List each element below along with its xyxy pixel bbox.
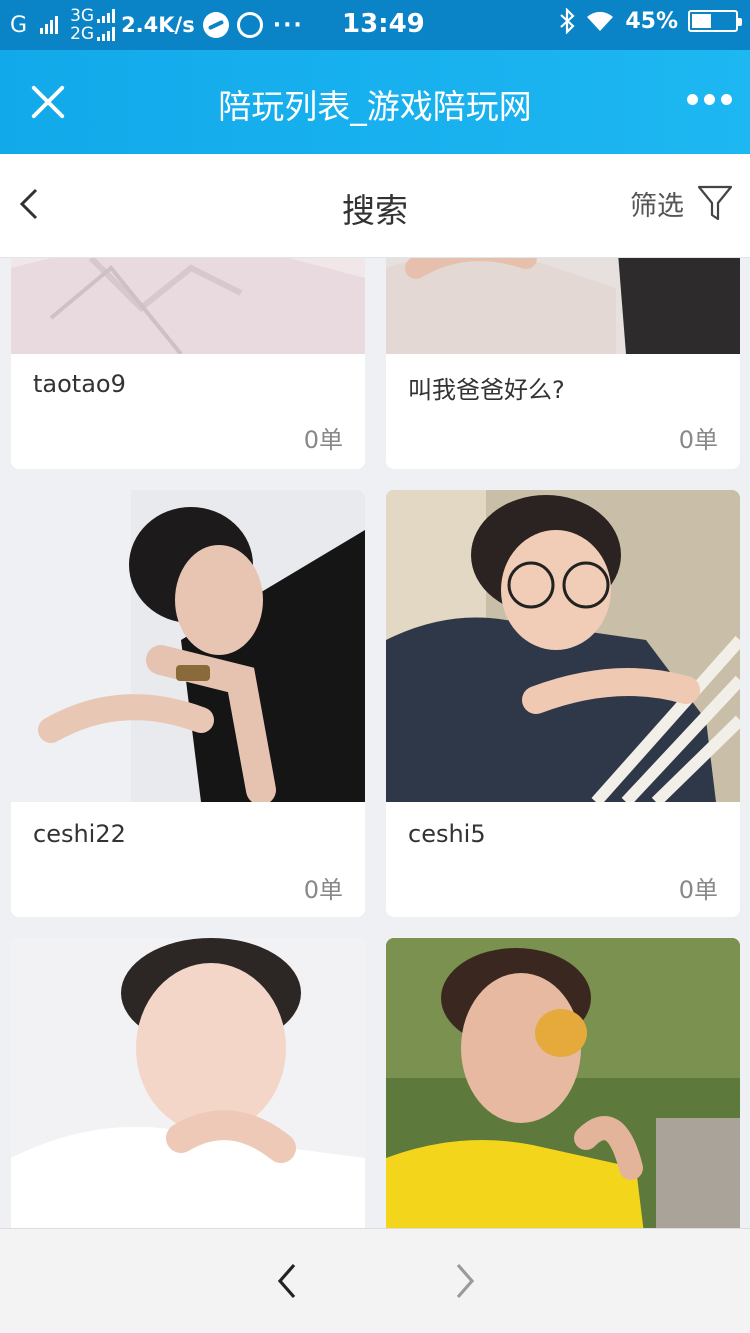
more-notifications-icon: ··· (272, 12, 304, 38)
player-name: ceshi5 (408, 820, 486, 848)
wifi-icon (587, 11, 614, 31)
order-count: 0单 (303, 426, 343, 454)
player-photo (386, 258, 740, 354)
signal-bars-icon (40, 16, 59, 34)
network-type-stack: 3G 2G (70, 6, 116, 44)
clock: 13:49 (342, 9, 425, 39)
player-photo (11, 490, 365, 802)
notification-app-icon (202, 12, 229, 38)
nav-forward-icon[interactable] (446, 1261, 482, 1301)
player-photo (11, 938, 365, 1228)
player-card[interactable]: ceshi5 0单 (386, 490, 740, 917)
battery-icon (688, 10, 742, 32)
search-header: 搜索 筛选 (0, 154, 750, 258)
player-photo (11, 258, 365, 354)
player-name: taotao9 (33, 370, 126, 398)
battery-percent: 45% (625, 8, 678, 34)
order-count: 0单 (303, 876, 343, 904)
player-name: 叫我爸爸好么? (408, 376, 565, 404)
player-card[interactable] (11, 938, 365, 1228)
network-2g-label: 2G (70, 24, 95, 44)
player-card[interactable] (386, 938, 740, 1228)
nav-back-icon[interactable] (270, 1261, 306, 1301)
player-card[interactable]: 叫我爸爸好么? 0单 (386, 258, 740, 469)
order-count: 0单 (678, 876, 718, 904)
bluetooth-icon (560, 8, 575, 34)
more-options-icon[interactable] (687, 94, 732, 105)
browser-bottom-nav (0, 1228, 750, 1333)
player-card[interactable]: taotao9 0单 (11, 258, 365, 469)
signal-bars-icon (97, 27, 116, 41)
player-photo (386, 490, 740, 802)
notification-app-icon (236, 12, 263, 38)
filter-label: 筛选 (630, 190, 684, 222)
filter-funnel-icon (696, 182, 734, 224)
player-name: ceshi22 (33, 820, 126, 848)
browser-toolbar: 陪玩列表_游戏陪玩网 (0, 50, 750, 154)
signal-bars-icon (97, 9, 116, 23)
signal-group: G (10, 12, 59, 38)
page-title: 陪玩列表_游戏陪玩网 (218, 87, 532, 126)
carrier-label: G (10, 12, 28, 38)
order-count: 0单 (678, 426, 718, 454)
status-bar: G 3G 2G 2.4K/s ··· 13:49 45% (0, 0, 750, 50)
player-grid: taotao9 0单 叫我爸爸好么? 0单 ceshi22 0单 ceshi5 … (0, 258, 750, 1228)
network-speed: 2.4K/s (121, 13, 195, 37)
player-photo (386, 938, 740, 1228)
network-3g-label: 3G (70, 6, 95, 26)
filter-button[interactable]: 筛选 (630, 182, 734, 224)
player-card[interactable]: ceshi22 0单 (11, 490, 365, 917)
